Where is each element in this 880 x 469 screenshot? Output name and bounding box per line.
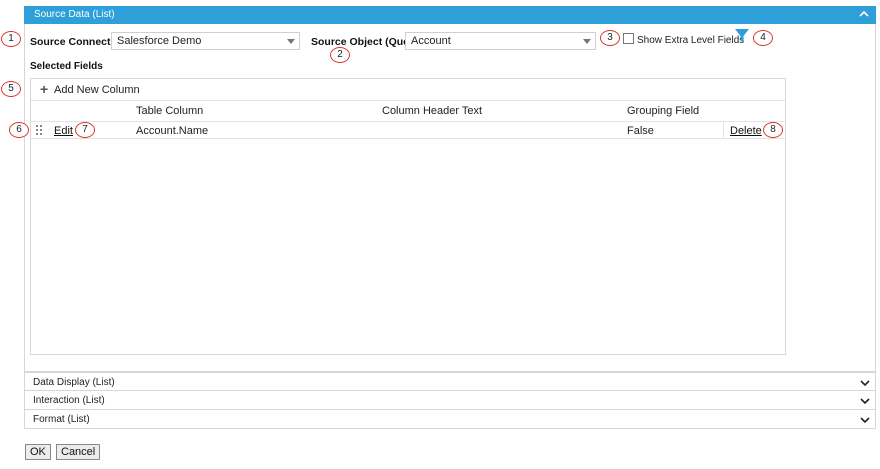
grid-toolbar: + Add New Column [31, 79, 785, 101]
edit-link[interactable]: Edit [54, 125, 73, 137]
column-header-table-column: Table Column [136, 105, 204, 117]
selected-fields-grid: + Add New Column Table Column Column Hea… [30, 78, 786, 355]
show-extra-level-label: Show Extra Level Fields [637, 35, 745, 46]
panel-format[interactable]: Format (List) [24, 410, 876, 429]
show-extra-level-checkbox[interactable] [623, 33, 634, 44]
callout-2: 2 [330, 47, 350, 63]
callout-3: 3 [600, 30, 620, 46]
column-header-column-header-text: Column Header Text [382, 105, 483, 117]
chevron-up-icon[interactable] [858, 8, 870, 20]
delete-link[interactable]: Delete [730, 125, 762, 137]
selected-fields-label: Selected Fields [30, 61, 103, 72]
source-data-panel-title: Source Data (List) [34, 9, 115, 20]
callout-6: 6 [9, 122, 29, 138]
table-column-cell: Account.Name [136, 125, 209, 137]
plus-icon[interactable]: + [40, 82, 48, 96]
source-connection-value: Salesforce Demo [117, 35, 202, 47]
chevron-down-icon[interactable] [859, 395, 871, 407]
column-header-grouping-field: Grouping Field [627, 105, 700, 117]
dropdown-arrow-icon [583, 39, 591, 44]
callout-8: 8 [763, 122, 783, 138]
panel-data-display-title: Data Display (List) [33, 377, 115, 388]
panel-data-display[interactable]: Data Display (List) [24, 372, 876, 391]
source-object-select[interactable]: Account [405, 32, 596, 50]
callout-1: 1 [1, 31, 21, 47]
panel-interaction-title: Interaction (List) [33, 395, 105, 406]
source-data-panel-header[interactable]: Source Data (List) [24, 6, 876, 24]
filter-icon[interactable] [734, 28, 750, 44]
ok-button[interactable]: OK [25, 444, 51, 460]
add-new-column-button[interactable]: Add New Column [54, 84, 140, 96]
chevron-down-icon[interactable] [859, 414, 871, 426]
callout-7: 7 [75, 122, 95, 138]
callout-4: 4 [753, 30, 773, 46]
table-row: Edit Account.Name False Delete [31, 121, 785, 139]
panel-interaction[interactable]: Interaction (List) [24, 391, 876, 410]
dropdown-arrow-icon [287, 39, 295, 44]
row-divider [723, 122, 724, 138]
chevron-down-icon[interactable] [859, 377, 871, 389]
panel-format-title: Format (List) [33, 414, 90, 425]
source-object-value: Account [411, 35, 451, 47]
grouping-field-cell: False [627, 125, 654, 137]
callout-5: 5 [1, 81, 21, 97]
cancel-button[interactable]: Cancel [56, 444, 101, 460]
drag-handle-icon[interactable] [36, 125, 44, 135]
source-connection-select[interactable]: Salesforce Demo [111, 32, 300, 50]
